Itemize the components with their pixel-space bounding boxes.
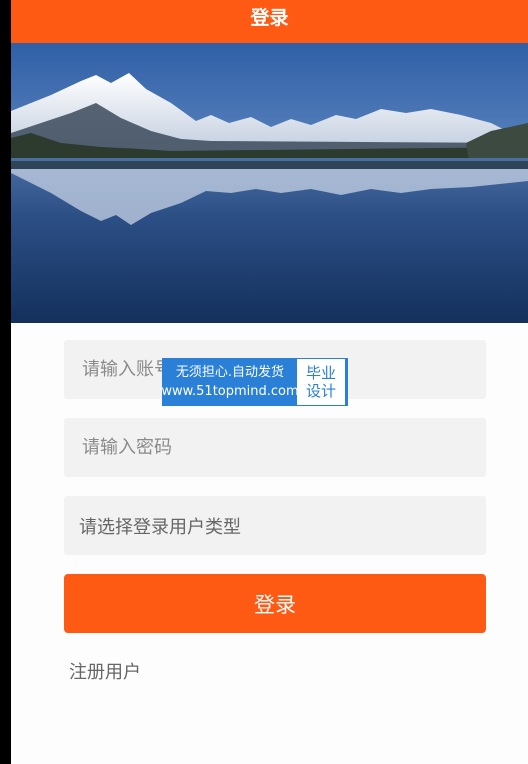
login-button[interactable]: 登录 [64,574,486,633]
watermark-badge: 无须担心.自动发货 www.51topmind.com 毕业 设计 [161,358,348,406]
password-field[interactable] [64,418,486,477]
user-type-select-label: 请选择登录用户类型 [79,516,241,538]
page-title: 登录 [250,7,289,29]
register-link[interactable]: 注册用户 [69,658,141,684]
app-frame: 登录 请输入账号 请选择登录用户类型 登录 注册用户 无须担心.自动发货 www… [0,0,528,764]
watermark-text: 无须担心.自动发货 www.51topmind.com [161,359,299,405]
password-input[interactable] [82,418,486,477]
watermark-tag-line1: 毕业 [305,364,336,382]
login-button-label: 登录 [254,592,296,617]
left-border [0,0,11,764]
water-edge [11,161,528,169]
hero-image [11,43,528,323]
page-header: 登录 [11,0,528,43]
watermark-tag-line2: 设计 [305,382,336,400]
watermark-line2: www.51topmind.com [161,384,299,399]
user-type-select[interactable]: 请选择登录用户类型 [64,496,486,555]
watermark-line1: 无须担心.自动发货 [175,365,285,380]
watermark-tag: 毕业 设计 [297,359,345,405]
